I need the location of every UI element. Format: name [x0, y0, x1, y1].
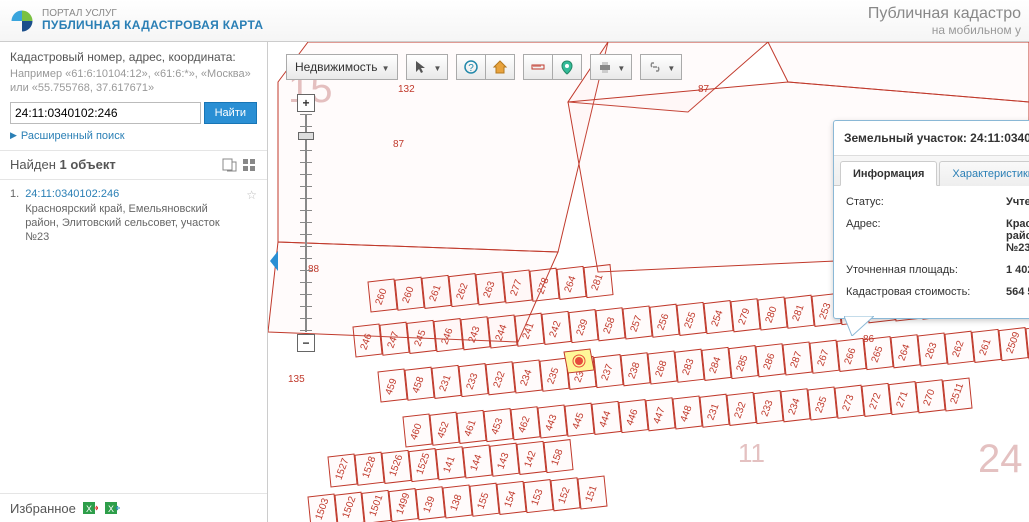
- row-cost-v: 564 501.28 руб.: [1006, 286, 1029, 298]
- advanced-search-label: Расширенный поиск: [21, 130, 125, 142]
- svg-text:132: 132: [398, 84, 415, 95]
- row-address-v: Красноярский край, Емельяновский район, …: [1006, 218, 1029, 254]
- result-link[interactable]: 24:11:0340102:246: [25, 188, 240, 200]
- ruler-tool[interactable]: [523, 54, 553, 80]
- favorites-section: Избранное X X: [0, 493, 267, 522]
- zoom-track[interactable]: [294, 114, 318, 332]
- portal-title: ПУБЛИЧНАЯ КАДАСТРОВАЯ КАРТА: [42, 19, 263, 32]
- marker-tool[interactable]: [552, 54, 582, 80]
- svg-text:87: 87: [698, 84, 710, 95]
- header-right-l1: Публичная кадастро: [868, 4, 1021, 23]
- popup-content: Статус:Учтенный Адрес:Красноярский край,…: [834, 186, 1029, 318]
- map[interactable]: Недвижимость▼ ▼ ? ▼ ▼ +: [268, 42, 1029, 522]
- row-cost-k: Кадастровая стоимость:: [846, 286, 1006, 298]
- excel-export-icon[interactable]: X: [82, 500, 98, 516]
- header-right: Публичная кадастро на мобильном у: [868, 4, 1021, 38]
- map-right-num: 24: [978, 437, 1023, 481]
- tab-info[interactable]: Информация: [840, 161, 937, 186]
- row-status-v: Учтенный: [1006, 196, 1029, 208]
- row-area-k: Уточненная площадь:: [846, 264, 1006, 276]
- svg-text:X: X: [86, 504, 92, 514]
- svg-text:X: X: [108, 504, 114, 514]
- zoom-in-button[interactable]: +: [297, 94, 315, 112]
- sidebar: Кадастровый номер, адрес, координата: На…: [0, 42, 268, 522]
- pointer-tool[interactable]: ▼: [406, 54, 448, 80]
- search-button[interactable]: Найти: [204, 102, 257, 124]
- map-toolbar: Недвижимость▼ ▼ ? ▼ ▼: [286, 54, 682, 80]
- layer-select-label: Недвижимость: [295, 60, 378, 74]
- header: ПОРТАЛ УСЛУГ ПУБЛИЧНАЯ КАДАСТРОВАЯ КАРТА…: [0, 0, 1029, 42]
- map-mid-num: 11: [738, 438, 765, 468]
- result-address: Красноярский край, Емельяновский район, …: [25, 202, 240, 245]
- popup-tabs: Информация Характеристики Кто обслуживае…: [834, 156, 1029, 186]
- grid-icon[interactable]: [241, 157, 257, 173]
- search-panel: Кадастровый номер, адрес, координата: На…: [0, 42, 267, 151]
- tab-characteristics[interactable]: Характеристики: [939, 161, 1029, 186]
- layer-select[interactable]: Недвижимость▼: [286, 54, 398, 80]
- row-address-k: Адрес:: [846, 218, 1006, 254]
- svg-text:?: ?: [469, 63, 475, 74]
- logo: ПОРТАЛ УСЛУГ ПУБЛИЧНАЯ КАДАСТРОВАЯ КАРТА: [8, 7, 263, 35]
- sidebar-collapse-handle[interactable]: [268, 238, 280, 284]
- row-status-k: Статус:: [846, 196, 1006, 208]
- svg-text:135: 135: [288, 374, 305, 385]
- results-header: Найден 1 объект: [0, 151, 267, 180]
- header-right-l2: на мобильном у: [868, 23, 1021, 37]
- results-header-prefix: Найден: [10, 157, 60, 172]
- advanced-search-link[interactable]: ▶ Расширенный поиск: [10, 130, 257, 142]
- result-item: 1. 24:11:0340102:246 Красноярский край, …: [10, 188, 257, 245]
- favorites-label: Избранное: [10, 501, 76, 516]
- logo-icon: [8, 7, 36, 35]
- popup-callout-icon: [844, 316, 874, 336]
- results-list: 1. 24:11:0340102:246 Красноярский край, …: [0, 180, 267, 493]
- row-area-v: 1 402.00 кв. м: [1006, 264, 1029, 276]
- info-popup: Земельный участок: 24:11:0340102:246 ✕ И…: [833, 120, 1029, 319]
- svg-text:87: 87: [393, 139, 405, 150]
- search-input[interactable]: [10, 102, 201, 124]
- search-title: Кадастровый номер, адрес, координата:: [10, 50, 257, 64]
- print-tool[interactable]: ▼: [590, 54, 632, 80]
- zoom-out-button[interactable]: −: [297, 334, 315, 352]
- search-hint: Например «61:6:10104:12», «61:6:*», «Мос…: [10, 67, 257, 96]
- chevron-right-icon: ▶: [10, 130, 17, 141]
- help-tool[interactable]: ?: [456, 54, 486, 80]
- zoom-handle[interactable]: [298, 132, 314, 140]
- result-number: 1.: [10, 188, 19, 245]
- favorite-star-icon[interactable]: ☆: [246, 188, 257, 245]
- zoom-slider: + −: [294, 94, 318, 352]
- excel-import-icon[interactable]: X: [104, 500, 120, 516]
- popup-title: Земельный участок: 24:11:0340102:246: [844, 131, 1029, 145]
- export-icon[interactable]: [221, 157, 237, 173]
- results-count: 1 объект: [60, 157, 116, 172]
- home-tool[interactable]: [485, 54, 515, 80]
- link-tool[interactable]: ▼: [640, 54, 682, 80]
